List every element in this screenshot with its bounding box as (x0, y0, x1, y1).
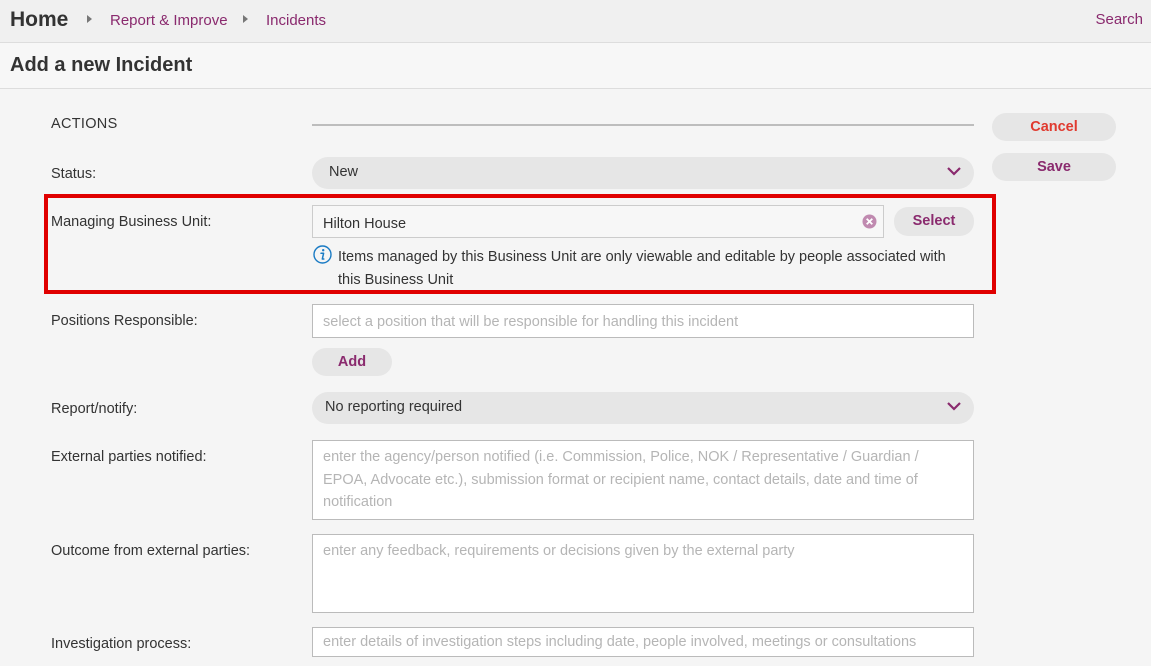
page-title: Add a new Incident (10, 54, 193, 76)
breadcrumb-incidents[interactable]: Incidents (266, 12, 326, 29)
section-divider (312, 124, 974, 126)
investigation-placeholder: enter details of investigation steps inc… (323, 634, 917, 650)
caret-right-icon (87, 15, 92, 23)
breadcrumb-report-improve[interactable]: Report & Improve (110, 12, 228, 29)
save-button[interactable]: Save (992, 153, 1116, 181)
cancel-button[interactable]: Cancel (992, 113, 1116, 141)
status-select[interactable]: New (312, 157, 974, 189)
outcome-label: Outcome from external parties: (51, 543, 251, 559)
report-notify-label: Report/notify: (51, 401, 138, 417)
investigation-textarea[interactable]: enter details of investigation steps inc… (312, 627, 974, 657)
chevron-down-icon (947, 167, 961, 176)
positions-placeholder: select a position that will be responsib… (323, 314, 739, 330)
external-parties-label: External parties notified: (51, 449, 207, 465)
external-parties-placeholder: enter the agency/person notified (i.e. C… (323, 449, 919, 510)
search-link[interactable]: Search (1095, 11, 1143, 28)
section-label-actions: ACTIONS (51, 116, 118, 132)
report-notify-select[interactable]: No reporting required (312, 392, 974, 424)
status-label: Status: (51, 166, 97, 182)
title-bar: Add a new Incident (0, 43, 1151, 89)
caret-right-icon (243, 15, 248, 23)
add-position-button[interactable]: Add (312, 348, 392, 376)
outcome-placeholder: enter any feedback, requirements or deci… (323, 543, 795, 559)
chevron-down-icon (947, 402, 961, 411)
top-bar: Home Report & Improve Incidents Search (0, 0, 1151, 43)
positions-input[interactable]: select a position that will be responsib… (312, 304, 974, 338)
highlight-box (44, 194, 996, 294)
breadcrumb-home[interactable]: Home (10, 8, 68, 32)
outcome-textarea[interactable]: enter any feedback, requirements or deci… (312, 534, 974, 613)
investigation-label: Investigation process: (51, 636, 192, 652)
positions-label: Positions Responsible: (51, 313, 198, 329)
status-value: New (329, 164, 359, 180)
report-notify-value: No reporting required (325, 399, 463, 415)
external-parties-textarea[interactable]: enter the agency/person notified (i.e. C… (312, 440, 974, 520)
